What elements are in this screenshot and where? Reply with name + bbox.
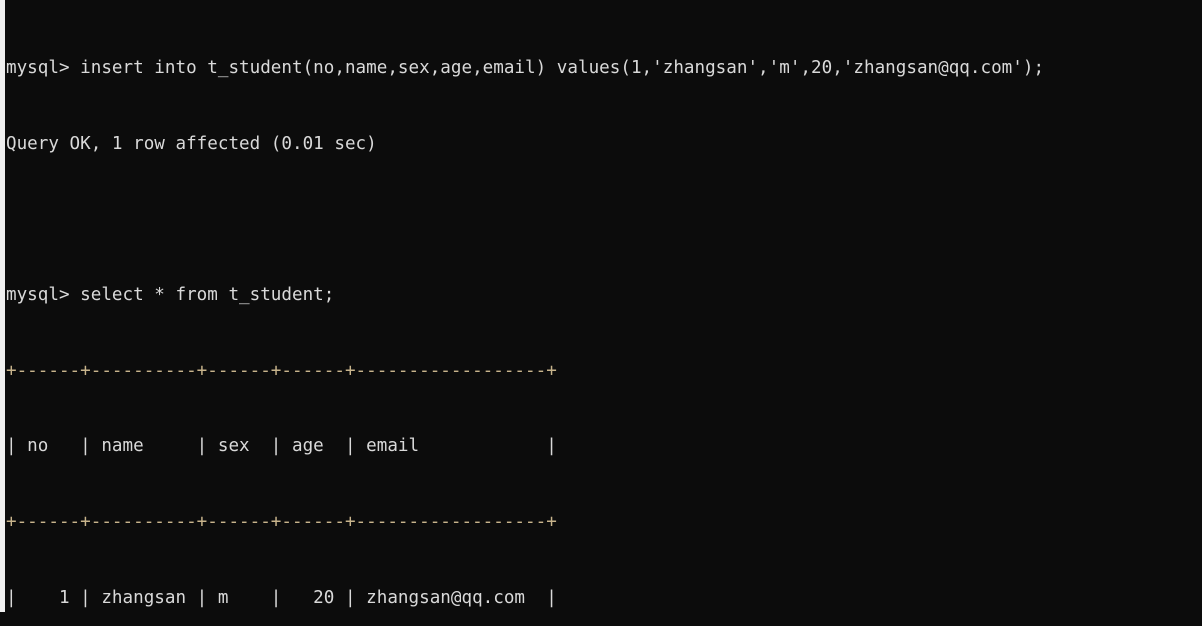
table-rule: +------+----------+------+------+-------… [6,360,557,381]
window-left-edge [0,0,5,612]
terminal-window[interactable]: mysql> insert into t_student(no,name,sex… [0,0,1202,626]
window-left-edge-foot [0,612,5,626]
table-header-row: | no | name | sex | age | email | [6,436,557,457]
terminal-output[interactable]: mysql> insert into t_student(no,name,sex… [6,6,1196,626]
table-rule: +------+----------+------+------+-------… [6,511,557,532]
terminal-line-command: mysql> insert into t_student(no,name,sex… [6,58,1045,79]
terminal-line-status: Query OK, 1 row affected (0.01 sec) [6,134,377,154]
table-row: | 1 | zhangsan | m | 20 | zhangsan@qq.co… [6,587,557,608]
terminal-line-command: mysql> select * from t_student; [6,285,335,306]
